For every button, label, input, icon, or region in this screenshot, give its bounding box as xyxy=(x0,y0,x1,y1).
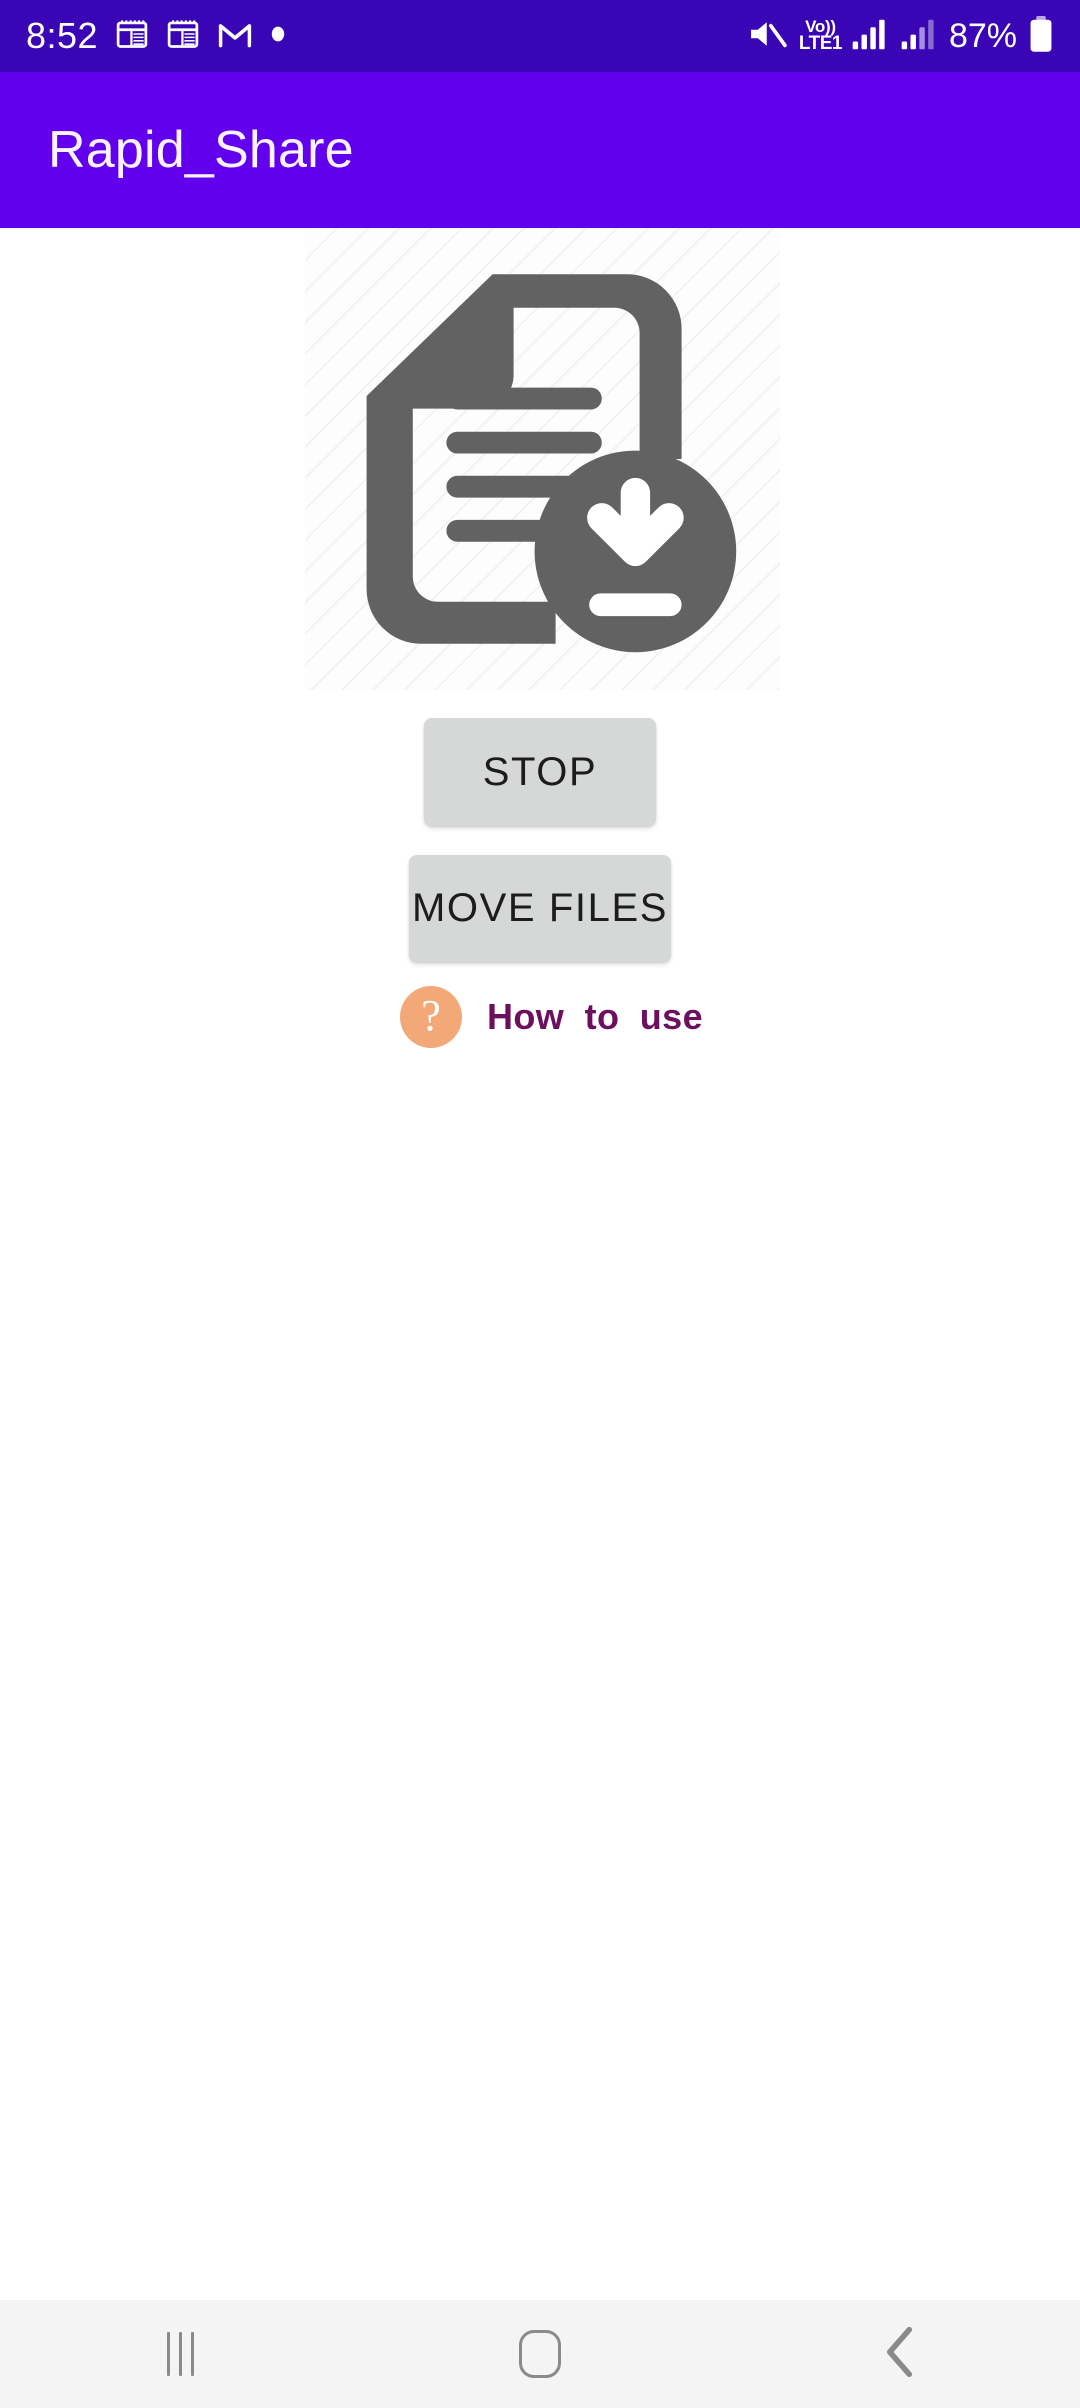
calendar-icon xyxy=(115,17,149,56)
mute-icon xyxy=(748,17,788,56)
signal-bars-icon xyxy=(900,17,938,56)
how-to-use-label: How to use xyxy=(487,996,704,1037)
recents-button[interactable] xyxy=(0,2300,360,2408)
question-mark-glyph: ? xyxy=(421,990,441,1040)
question-mark-icon[interactable]: ? xyxy=(400,986,462,1048)
dot-icon xyxy=(270,26,286,47)
home-icon xyxy=(519,2330,561,2378)
signal-bars-icon xyxy=(851,17,889,56)
back-button[interactable] xyxy=(720,2300,1080,2408)
volte-indicator: Vo)) LTE1 xyxy=(798,19,843,55)
status-bar-right: Vo)) LTE1 87% xyxy=(748,15,1054,58)
recents-icon xyxy=(166,2332,194,2376)
stop-button[interactable]: STOP xyxy=(424,718,656,826)
gmail-icon xyxy=(217,17,253,56)
status-bar: 8:52 Vo)) LTE1 87% xyxy=(0,0,1080,72)
system-navigation-bar xyxy=(0,2300,1080,2408)
calendar-icon xyxy=(166,17,200,56)
document-download-icon xyxy=(366,274,736,653)
battery-icon xyxy=(1028,15,1054,58)
move-files-button[interactable]: MOVE FILES xyxy=(409,855,671,962)
battery-percent-label: 87% xyxy=(948,17,1017,55)
app-bar: Rapid_Share xyxy=(0,72,1080,228)
status-bar-left: 8:52 xyxy=(26,17,286,56)
back-chevron-icon xyxy=(883,2326,917,2383)
home-button[interactable] xyxy=(360,2300,720,2408)
status-clock: 8:52 xyxy=(26,15,99,56)
how-to-use-link[interactable]: ? How to use xyxy=(400,986,703,1048)
document-image-placeholder xyxy=(305,228,780,690)
volte-bottom-label: LTE1 xyxy=(798,33,843,55)
main-content: STOP MOVE FILES ? How to use xyxy=(0,228,1080,2300)
app-title: Rapid_Share xyxy=(48,121,354,179)
